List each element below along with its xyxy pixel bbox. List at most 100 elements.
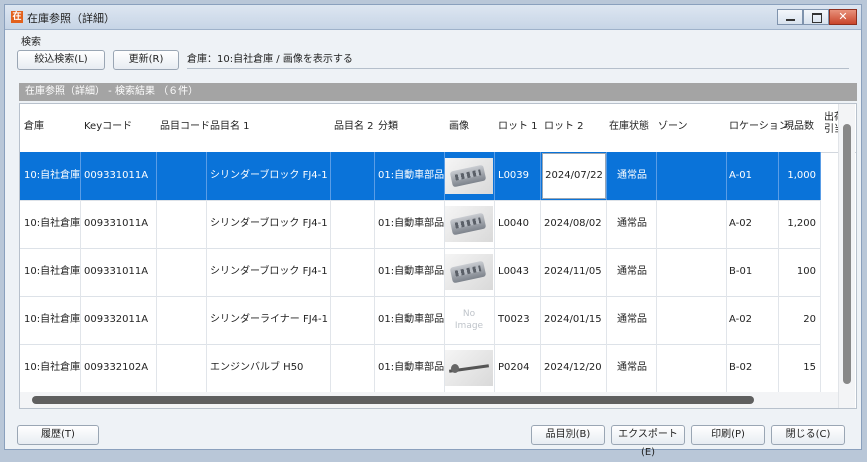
- cell-lot-2: 2024/12/20: [544, 362, 602, 373]
- export-button[interactable]: エクスポート(E): [611, 425, 685, 458]
- column-divider: [156, 200, 157, 248]
- cell-quantity: 20: [803, 314, 816, 325]
- column-divider: [726, 296, 727, 344]
- search-section-label: 検索: [21, 37, 41, 48]
- title-bar: 在 在庫参照（詳細） ✕: [5, 5, 861, 30]
- filter-search-button[interactable]: 絞込検索(L): [17, 50, 105, 70]
- lot-2-editor[interactable]: 2024/07/22: [542, 153, 606, 199]
- column-divider: [540, 152, 541, 200]
- cell-lot-1: T0023: [498, 314, 530, 325]
- table-row[interactable]: 10:自社倉庫 009331011A シリンダーブロック FJ4-1 01:自動車部品…: [20, 248, 821, 297]
- cell-lot-1: L0043: [498, 266, 530, 277]
- col-item-code[interactable]: 品目コード: [160, 117, 210, 132]
- col-lot-2[interactable]: ロット 2: [544, 117, 584, 132]
- cell-key-code: 009332011A: [84, 314, 149, 325]
- column-divider: [374, 296, 375, 344]
- cell-key-code: 009331011A: [84, 218, 149, 229]
- column-divider: [80, 152, 81, 200]
- table-row[interactable]: 10:自社倉庫 009332011A シリンダーライナー FJ4-1 01:自動車部品…: [20, 296, 821, 345]
- column-divider: [374, 200, 375, 248]
- col-stock-status[interactable]: 在庫状態: [609, 117, 649, 132]
- refresh-button[interactable]: 更新(R): [113, 50, 179, 70]
- cell-stock-status: 通常品: [617, 314, 647, 325]
- column-divider: [374, 248, 375, 296]
- column-divider: [156, 152, 157, 200]
- cell-warehouse: 10:自社倉庫: [24, 170, 81, 181]
- column-divider: [80, 200, 81, 248]
- col-item-name-1[interactable]: 品目名 1: [210, 117, 250, 132]
- cell-item-name-1: シリンダーブロック FJ4-1: [210, 218, 328, 229]
- col-location[interactable]: ロケーション: [729, 117, 789, 132]
- column-divider: [820, 344, 821, 392]
- cell-warehouse: 10:自社倉庫: [24, 314, 81, 325]
- column-divider: [726, 200, 727, 248]
- col-item-name-2[interactable]: 品目名 2: [334, 117, 374, 132]
- column-divider: [540, 200, 541, 248]
- column-divider: [156, 296, 157, 344]
- results-grid[interactable]: 倉庫 Keyコード 品目コード 品目名 1 品目名 2 分類 画像 ロット 1 …: [19, 103, 857, 409]
- cell-item-name-1: シリンダーライナー FJ4-1: [210, 314, 329, 325]
- column-divider: [330, 152, 331, 200]
- column-divider: [206, 200, 207, 248]
- table-row[interactable]: 10:自社倉庫 009331011A シリンダーブロック FJ4-1 01:自動車部品…: [20, 152, 821, 201]
- engine-block-image: [445, 206, 493, 242]
- inventory-window: 在 在庫参照（詳細） ✕ 検索 絞込検索(L) 更新(R) 倉庫：10:自社倉庫…: [4, 4, 862, 458]
- cell-item-name-1: シリンダーブロック FJ4-1: [210, 170, 328, 181]
- engine-block-image: [445, 254, 493, 290]
- cell-lot-2: 2024/11/05: [544, 266, 602, 277]
- column-divider: [540, 344, 541, 392]
- column-divider: [330, 344, 331, 392]
- cell-warehouse: 10:自社倉庫: [24, 362, 81, 373]
- cell-stock-status: 通常品: [617, 266, 647, 277]
- history-button[interactable]: 履歴(T): [17, 425, 99, 445]
- column-divider: [540, 248, 541, 296]
- vertical-scroll-thumb[interactable]: [843, 124, 851, 384]
- cell-item-name-1: シリンダーブロック FJ4-1: [210, 266, 328, 277]
- results-header: 在庫参照（詳細） - 検索結果 （６件）: [19, 83, 857, 101]
- column-divider: [820, 200, 821, 248]
- col-quantity[interactable]: 現品数: [784, 117, 814, 132]
- cell-quantity: 100: [796, 266, 816, 277]
- column-divider: [494, 344, 495, 392]
- horizontal-scroll-thumb[interactable]: [32, 396, 754, 404]
- cell-category: 01:自動車部品: [378, 218, 445, 229]
- column-divider: [820, 248, 821, 296]
- cell-location: B-01: [729, 266, 753, 277]
- minimize-button[interactable]: [777, 9, 803, 25]
- cell-stock-status: 通常品: [617, 170, 647, 181]
- close-window-button[interactable]: ✕: [829, 9, 857, 25]
- column-divider: [656, 152, 657, 200]
- column-divider: [656, 344, 657, 392]
- cell-category: 01:自動車部品: [378, 314, 445, 325]
- col-key-code[interactable]: Keyコード: [84, 117, 132, 132]
- column-divider: [726, 152, 727, 200]
- col-warehouse[interactable]: 倉庫: [24, 117, 44, 132]
- cell-item-name-1: エンジンバルブ H50: [210, 362, 304, 373]
- column-divider: [494, 152, 495, 200]
- valve-image: [445, 350, 493, 386]
- window-title: 在庫参照（詳細）: [27, 12, 115, 25]
- table-row[interactable]: 10:自社倉庫 009332102A エンジンバルブ H50 01:自動車部品 P020…: [20, 344, 821, 393]
- table-row[interactable]: 10:自社倉庫 009331011A シリンダーブロック FJ4-1 01:自動車部品…: [20, 200, 821, 249]
- cell-key-code: 009332102A: [84, 362, 149, 373]
- app-icon: 在: [11, 11, 23, 23]
- column-divider: [330, 296, 331, 344]
- column-divider: [606, 248, 607, 296]
- print-button[interactable]: 印刷(P): [691, 425, 765, 445]
- cell-lot-1: L0040: [498, 218, 530, 229]
- cell-location: A-02: [729, 218, 752, 229]
- column-divider: [206, 344, 207, 392]
- maximize-button[interactable]: [803, 9, 829, 25]
- col-image[interactable]: 画像: [449, 117, 469, 132]
- cell-quantity: 1,200: [787, 218, 816, 229]
- column-divider: [206, 296, 207, 344]
- cell-warehouse: 10:自社倉庫: [24, 218, 81, 229]
- horizontal-scrollbar[interactable]: [20, 392, 838, 408]
- col-zone[interactable]: ゾーン: [658, 117, 688, 132]
- cell-stock-status: 通常品: [617, 362, 647, 373]
- close-button[interactable]: 閉じる(C): [771, 425, 845, 445]
- by-item-button[interactable]: 品目別(B): [531, 425, 605, 445]
- col-lot-1[interactable]: ロット 1: [498, 117, 538, 132]
- col-category[interactable]: 分類: [378, 117, 398, 132]
- vertical-scrollbar[interactable]: [838, 104, 855, 408]
